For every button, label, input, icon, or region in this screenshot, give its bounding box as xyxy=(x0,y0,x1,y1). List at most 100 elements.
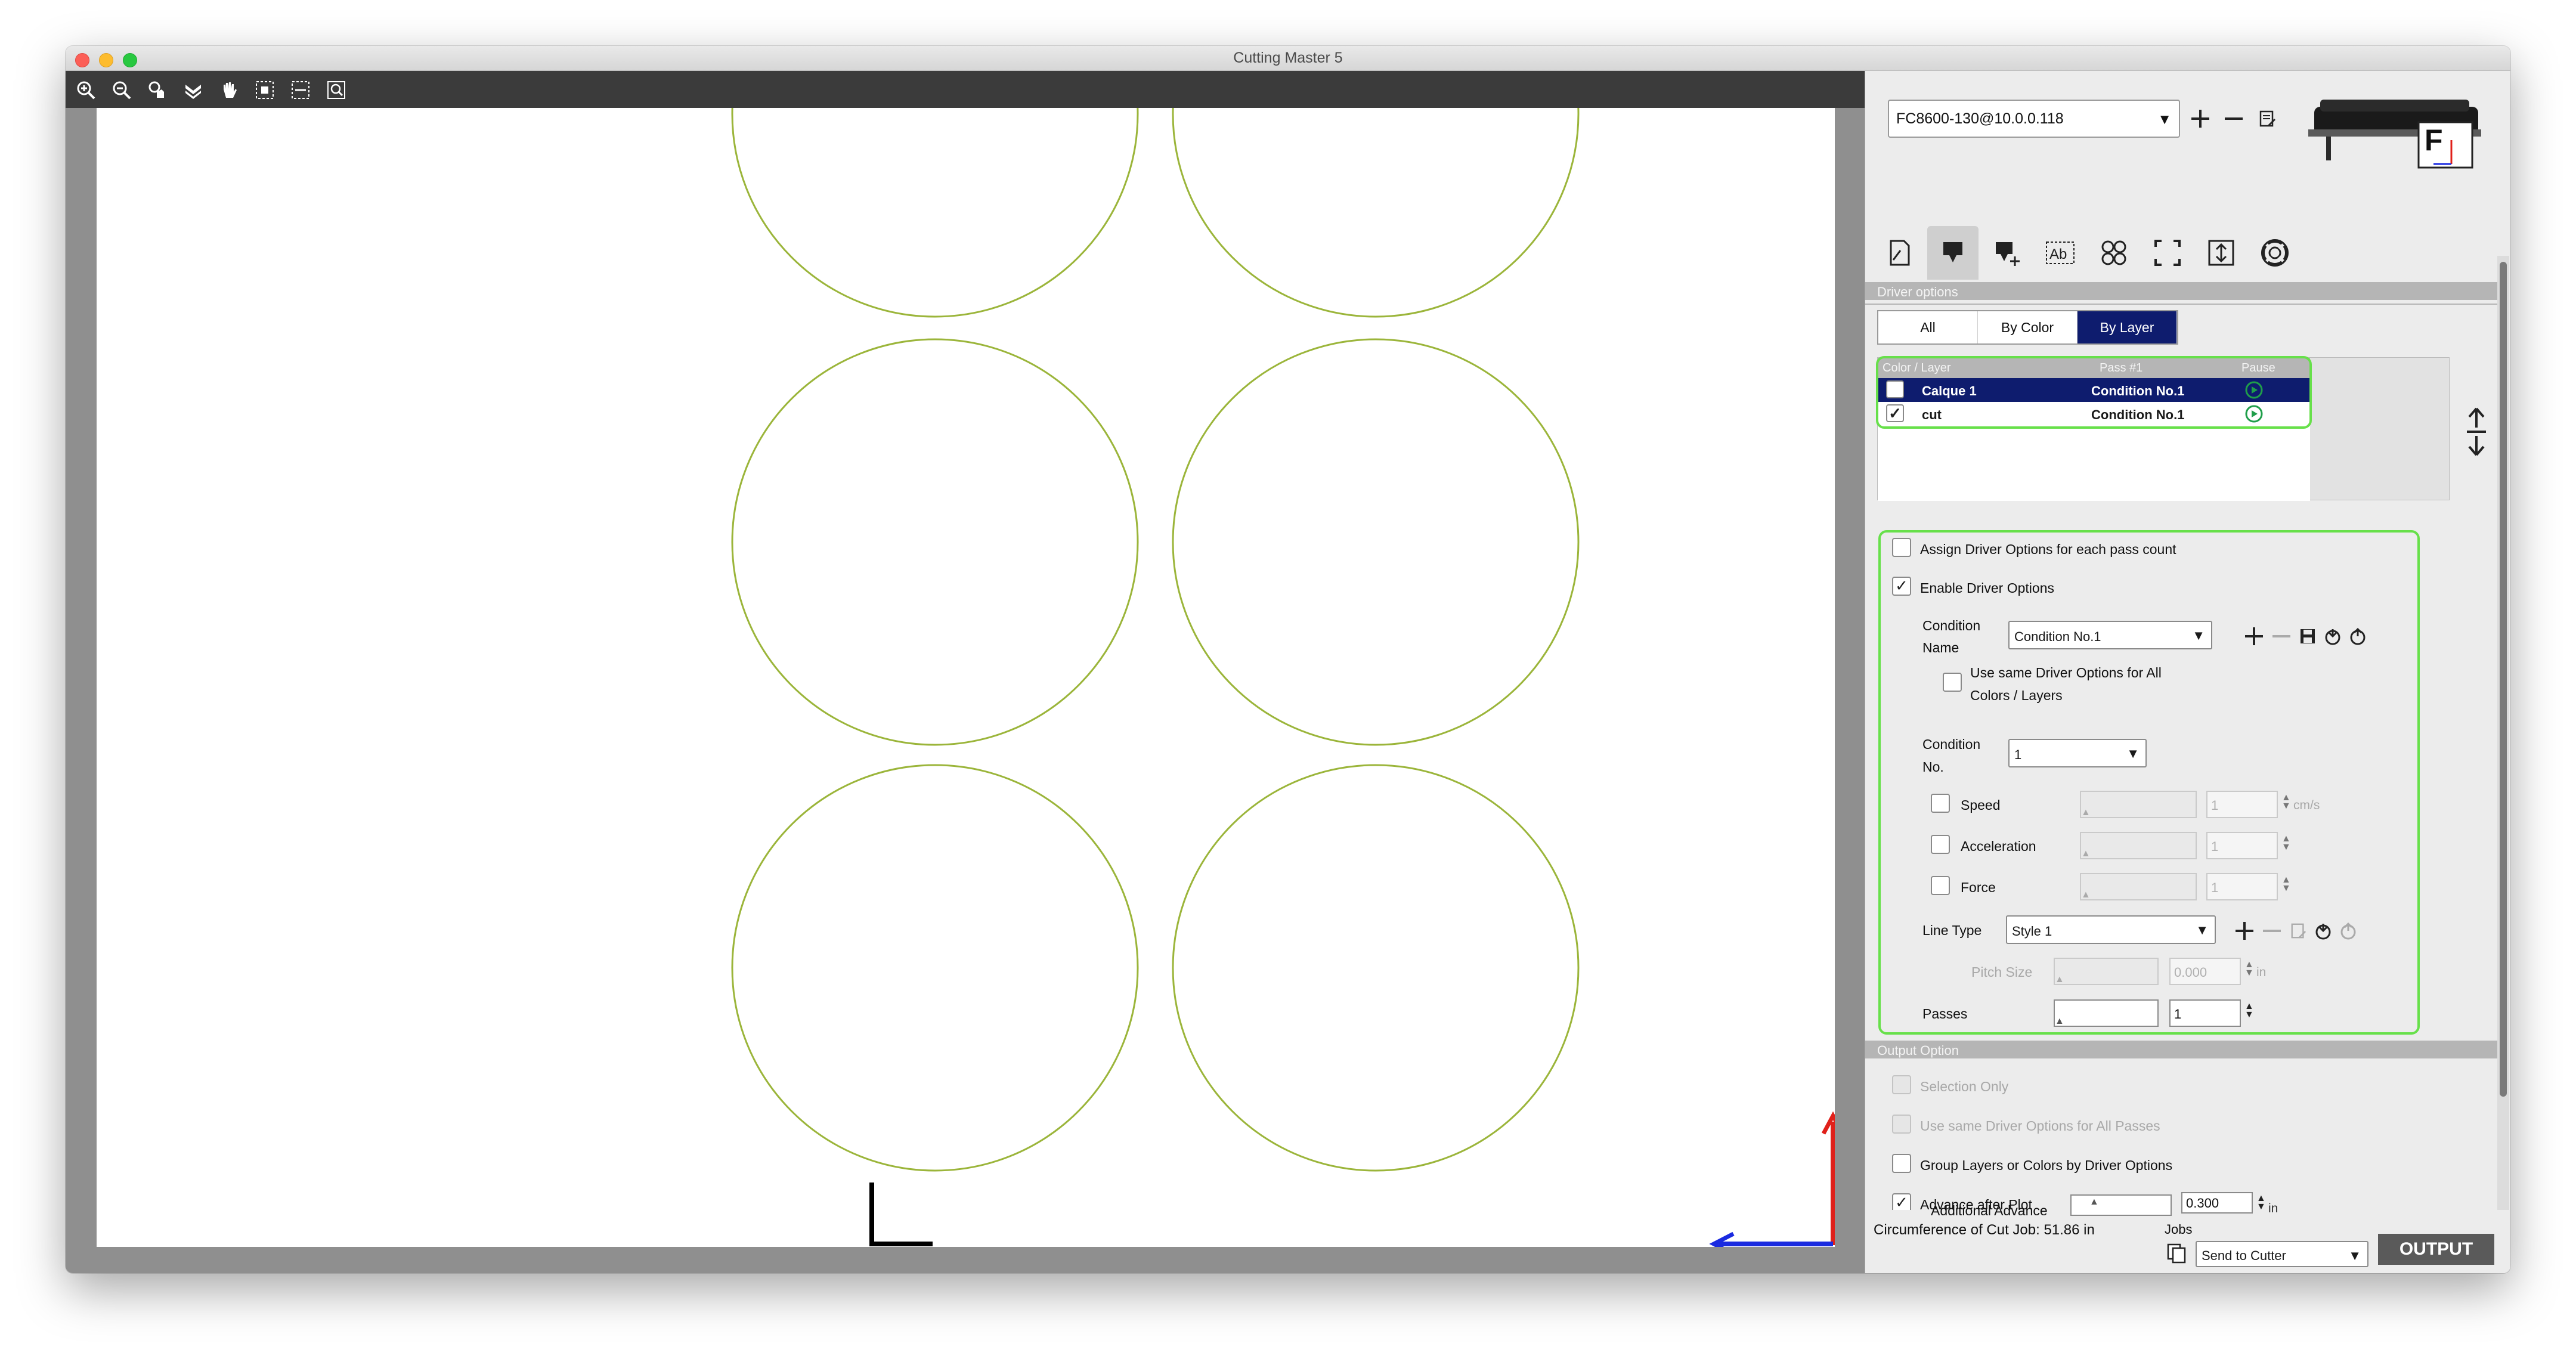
remove-condition-button[interactable] xyxy=(2268,623,2295,649)
force-stepper[interactable]: ▲ ▼ xyxy=(2281,875,2291,893)
layer-checkbox[interactable]: ✓ xyxy=(1886,404,1904,422)
pitch-size-stepper[interactable]: ▲ ▼ xyxy=(2244,960,2254,978)
driver-options-tab[interactable] xyxy=(1927,226,1979,280)
speed-unit: cm/s xyxy=(2293,798,2320,812)
condition-name-select[interactable]: Condition No.1 ▼ xyxy=(2008,621,2212,649)
remove-device-button[interactable] xyxy=(2221,106,2247,132)
speed-slider[interactable]: ▲ xyxy=(2080,791,2197,818)
pause-play-icon[interactable] xyxy=(2244,380,2264,403)
canvas-scroll-area[interactable] xyxy=(1835,108,1865,1247)
passes-label: Passes xyxy=(1922,1006,1968,1021)
segment-by-layer[interactable]: By Layer xyxy=(2077,311,2177,343)
pan-hand-icon[interactable] xyxy=(216,77,242,103)
device-properties-icon[interactable] xyxy=(2254,106,2280,132)
jobs-select-value: Send to Cutter xyxy=(2202,1248,2286,1263)
import-condition-icon[interactable] xyxy=(2321,624,2345,648)
output-option-header: Output Option xyxy=(1865,1041,2497,1058)
add-condition-button[interactable] xyxy=(2241,623,2267,649)
output-settings-tab[interactable] xyxy=(2196,226,2247,280)
text-tab[interactable]: Ab xyxy=(2035,226,2086,280)
group-layers-checkbox[interactable] xyxy=(1892,1154,1911,1173)
additional-advance-stepper[interactable]: ▲ ▼ xyxy=(2256,1194,2266,1212)
passes-stepper[interactable]: ▲ ▼ xyxy=(2244,1002,2254,1020)
acceleration-input[interactable]: 1 xyxy=(2206,832,2278,859)
panel-scrollbar-thumb[interactable] xyxy=(2500,262,2507,1097)
chevron-down-icon: ▼ xyxy=(2126,746,2140,761)
section-divider xyxy=(1865,304,2497,305)
cutting-canvas[interactable] xyxy=(97,108,1835,1247)
remove-line-type-button[interactable] xyxy=(2259,918,2285,944)
zoom-hand-icon[interactable] xyxy=(144,77,171,103)
zoom-in-icon[interactable] xyxy=(73,77,99,103)
line-type-select[interactable]: Style 1 ▼ xyxy=(2006,915,2216,944)
selection-only-checkbox[interactable] xyxy=(1892,1075,1911,1094)
registration-tab[interactable] xyxy=(2142,226,2193,280)
slider-thumb-icon[interactable]: ▲ xyxy=(2055,974,2064,985)
condition-name-value: Condition No.1 xyxy=(2014,629,2101,644)
assign-each-pass-checkbox[interactable] xyxy=(1892,538,1911,557)
passes-input[interactable]: 1 xyxy=(2169,999,2241,1027)
app-window: Cutting Master 5 FC8600-130@10.0.0.118 ▼… xyxy=(66,46,2510,1273)
add-line-type-button[interactable] xyxy=(2231,918,2258,944)
panel-tabs: Ab xyxy=(1874,226,2506,283)
acceleration-checkbox[interactable] xyxy=(1931,835,1950,854)
slider-thumb-icon[interactable]: ▲ xyxy=(2081,807,2091,818)
enable-driver-options-label: Enable Driver Options xyxy=(1920,580,2054,596)
edit-line-type-icon[interactable] xyxy=(2286,919,2310,943)
pitch-size-slider[interactable]: ▲ xyxy=(2054,958,2159,985)
add-device-button[interactable] xyxy=(2187,106,2213,132)
support-tab[interactable] xyxy=(2249,226,2301,280)
move-down-icon[interactable] xyxy=(180,77,206,103)
circumference-text: Circumference of Cut Job: 51.86 in xyxy=(1874,1222,2095,1238)
pitch-size-input[interactable]: 0.000 xyxy=(2169,958,2241,985)
export-line-type-icon[interactable] xyxy=(2336,919,2360,943)
acceleration-slider[interactable]: ▲ xyxy=(2080,832,2197,859)
fit-page-icon[interactable] xyxy=(287,77,314,103)
segment-all[interactable]: All xyxy=(1878,311,1978,343)
window-title: Cutting Master 5 xyxy=(1233,49,1343,66)
additional-advance-slider[interactable]: ▲ xyxy=(2070,1194,2172,1216)
zoom-out-icon[interactable] xyxy=(109,77,135,103)
panel-scrollbar[interactable] xyxy=(2497,256,2509,1210)
tile-tab[interactable] xyxy=(2088,226,2140,280)
speed-stepper[interactable]: ▲ ▼ xyxy=(2281,793,2291,811)
jobs-queue-icon[interactable] xyxy=(2163,1240,2190,1266)
segment-by-color[interactable]: By Color xyxy=(1978,311,2077,343)
reorder-layers-icon[interactable] xyxy=(2462,405,2491,459)
pause-play-icon[interactable] xyxy=(2244,404,2264,427)
slider-thumb-icon[interactable]: ▲ xyxy=(2089,1197,2099,1208)
slider-thumb-icon[interactable]: ▲ xyxy=(2081,890,2091,900)
zoom-box-icon[interactable] xyxy=(323,77,349,103)
acceleration-stepper[interactable]: ▲ ▼ xyxy=(2281,834,2291,852)
use-same-all-passes-label: Use same Driver Options for All Passes xyxy=(1920,1118,2160,1134)
force-slider[interactable]: ▲ xyxy=(2080,873,2197,900)
speed-input[interactable]: 1 xyxy=(2206,791,2278,818)
circle-shape xyxy=(731,108,1139,318)
table-row[interactable]: Calque 1 Condition No.1 xyxy=(1878,378,2310,402)
force-checkbox[interactable] xyxy=(1931,876,1950,895)
save-icon[interactable] xyxy=(2296,624,2320,648)
slider-thumb-icon[interactable]: ▲ xyxy=(2055,1016,2064,1027)
circle-shape xyxy=(1172,108,1580,318)
condition-no-select[interactable]: 1 ▼ xyxy=(2008,739,2147,767)
speed-checkbox[interactable] xyxy=(1931,794,1950,813)
table-row[interactable]: ✓ cut Condition No.1 xyxy=(1878,402,2310,426)
enable-driver-options-checkbox[interactable]: ✓ xyxy=(1892,577,1911,596)
reorder-placeholder xyxy=(596,24,626,78)
additional-advance-input[interactable]: 0.300 xyxy=(2181,1192,2253,1214)
import-line-type-icon[interactable] xyxy=(2311,919,2335,943)
tool-options-tab[interactable] xyxy=(1981,226,2032,280)
page-tab[interactable] xyxy=(1874,226,1925,280)
slider-thumb-icon[interactable]: ▲ xyxy=(2081,849,2091,859)
jobs-select[interactable]: Send to Cutter ▼ xyxy=(2196,1241,2368,1267)
layer-table-header: Color / Layer Pass #1 Pause xyxy=(1878,358,2310,378)
use-same-all-passes-checkbox[interactable] xyxy=(1892,1115,1911,1134)
export-condition-icon[interactable] xyxy=(2346,624,2370,648)
force-input[interactable]: 1 xyxy=(2206,873,2278,900)
device-select[interactable]: FC8600-130@10.0.0.118 ▼ xyxy=(1888,100,2180,138)
fit-selection-icon[interactable] xyxy=(252,77,278,103)
output-button[interactable]: OUTPUT xyxy=(2378,1234,2494,1265)
layer-checkbox[interactable] xyxy=(1886,380,1904,398)
use-same-options-checkbox[interactable] xyxy=(1943,673,1962,692)
passes-slider[interactable]: ▲ xyxy=(2054,999,2159,1027)
